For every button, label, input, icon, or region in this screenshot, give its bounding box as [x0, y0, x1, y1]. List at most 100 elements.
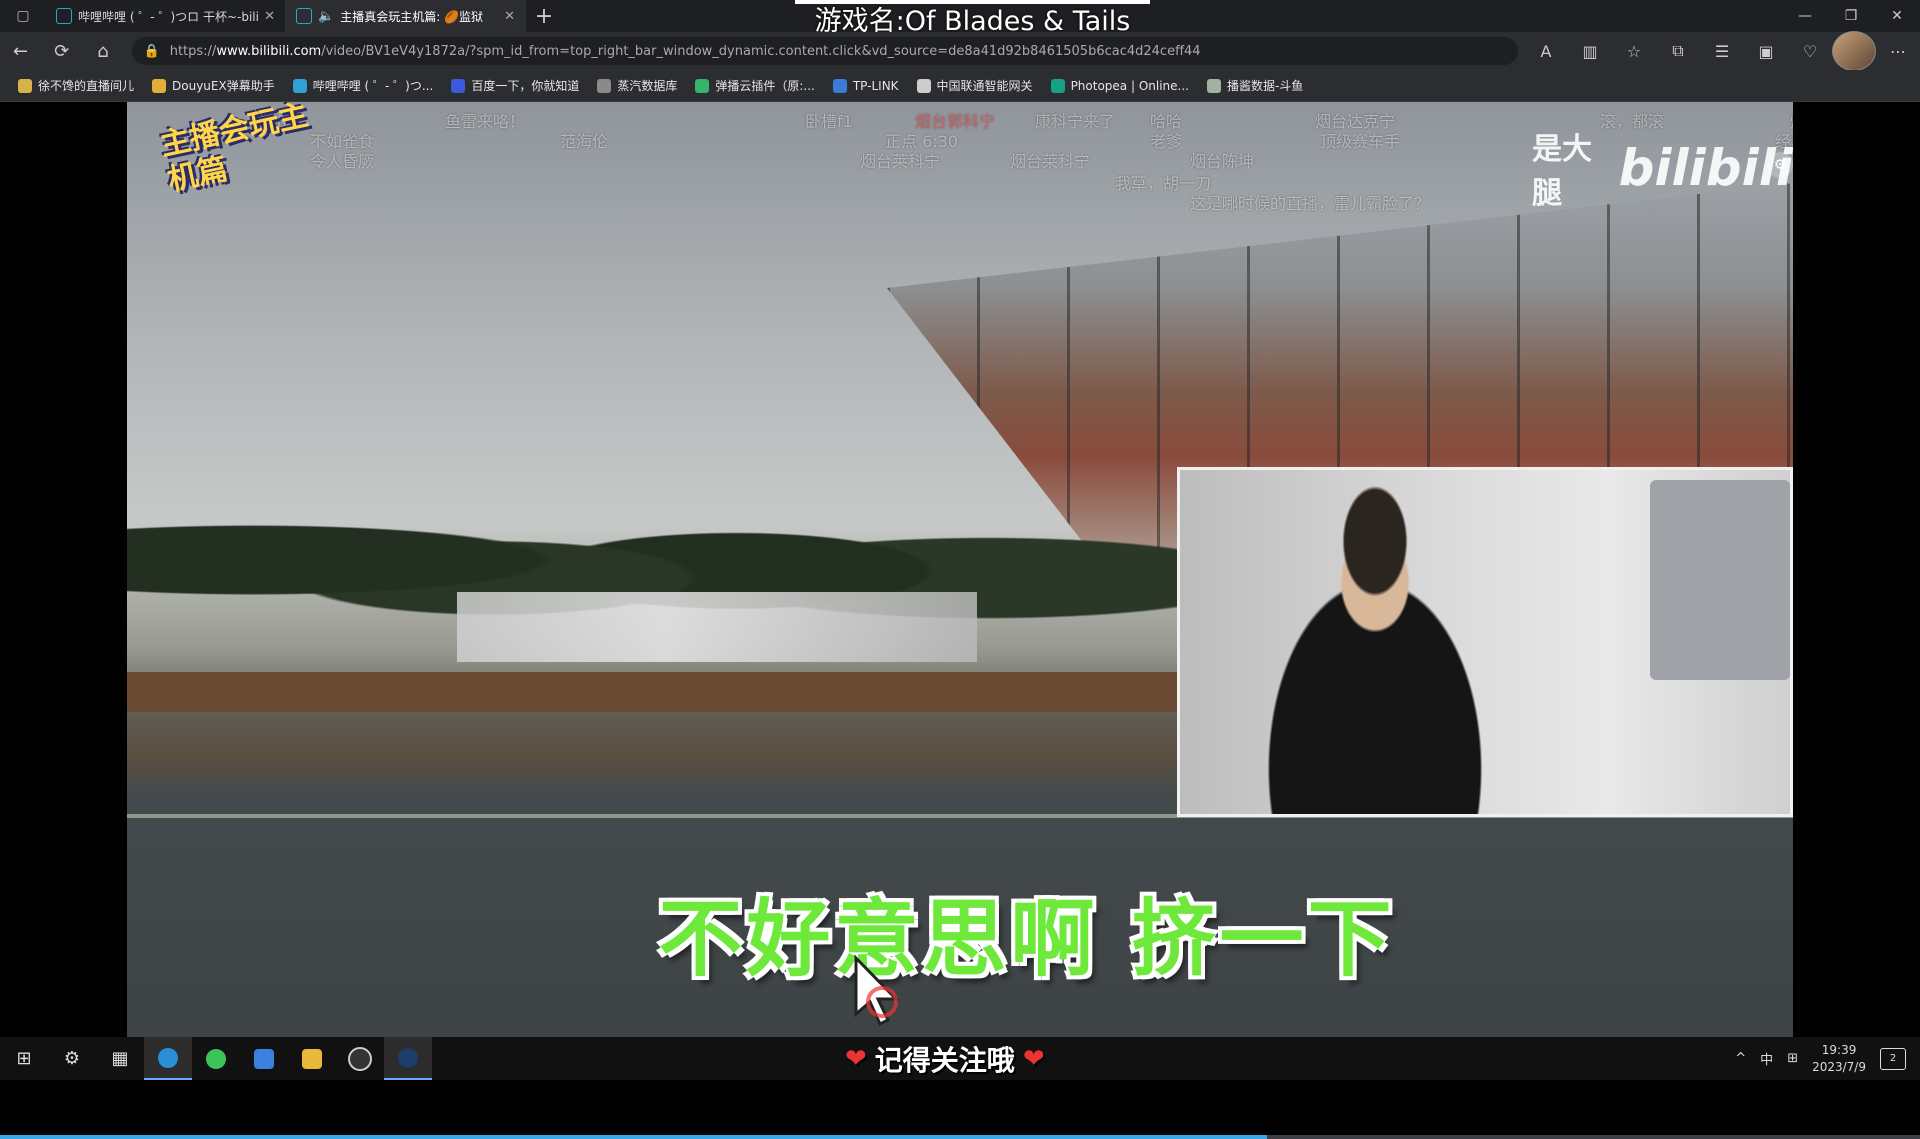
- system-tray: ^ 中 ⊞ 19:39 2023/7/9 2: [1735, 1037, 1920, 1080]
- close-window-icon[interactable]: ✕: [1874, 0, 1920, 32]
- follow-reminder: ❤ 记得关注哦 ❤: [845, 1037, 1045, 1080]
- split-screen-icon[interactable]: ▥: [1568, 32, 1612, 70]
- start-icon[interactable]: ⊞: [0, 1037, 48, 1080]
- bilibili-tab-icon: [56, 8, 72, 24]
- chevron-up-icon[interactable]: ^: [1735, 1051, 1746, 1066]
- close-tab-icon[interactable]: ✕: [264, 9, 275, 24]
- video-progress-bar[interactable]: [0, 1135, 1920, 1139]
- bookmark-icon: [1206, 78, 1221, 93]
- trailers-scene: [457, 592, 977, 662]
- show-logo: 主播会玩主机篇: [157, 102, 312, 199]
- subtitle-caption: 不好意思啊 挤一下: [658, 890, 1396, 988]
- bookmark-label: 徐不馋的直播间儿: [38, 79, 135, 93]
- danmaku-comment: 范海伦: [560, 132, 609, 151]
- tab-video[interactable]: 🔈 主播真会玩主机篇: 🏉监狱 ✕: [286, 0, 526, 32]
- bookmark-item[interactable]: 播酱数据-斗鱼: [1201, 77, 1309, 94]
- steam-icon[interactable]: [384, 1037, 432, 1080]
- green-app-icon[interactable]: [192, 1037, 240, 1080]
- bookmark-icon: [597, 78, 612, 93]
- bookmark-label: 中国联通智能网关: [936, 79, 1033, 93]
- keyboard-icon[interactable]: ⊞: [1787, 1051, 1798, 1066]
- favorites-icon[interactable]: ☰: [1700, 32, 1744, 70]
- edge-browser-icon[interactable]: [144, 1037, 192, 1080]
- tab-bilibili-home[interactable]: 哔哩哔哩 ( ゜- ゜)つロ 干杯~-bilibili ✕: [46, 0, 286, 32]
- bookmark-label: 弹播云插件（原:...: [715, 79, 815, 93]
- bookmark-icon: [695, 78, 710, 93]
- bookmark-item[interactable]: Photopea | Online...: [1045, 78, 1195, 93]
- bookmark-item[interactable]: 弹播云插件（原:...: [689, 77, 821, 94]
- bookmark-item[interactable]: 蒸汽数据库: [591, 77, 683, 94]
- danmaku-comment: 这是哪时候的直播，雷儿霸脸了？: [1190, 194, 1431, 213]
- profile-avatar[interactable]: [1832, 31, 1876, 71]
- tab-actions-icon[interactable]: ▢: [0, 0, 46, 32]
- read-aloud-icon[interactable]: A: [1524, 32, 1568, 70]
- performance-icon[interactable]: ♡: [1788, 32, 1832, 70]
- bookmark-label: 蒸汽数据库: [617, 79, 678, 93]
- bilibili-watermark: 是大腿 bilibili: [1532, 124, 1793, 212]
- webcam-overlay: [1177, 467, 1793, 817]
- danmaku-comment: 令人昏厥: [310, 152, 375, 171]
- bookmark-icon: [292, 78, 307, 93]
- lock-icon: 🔒: [143, 43, 160, 59]
- danmaku-comment: 烟台莱科宁: [1010, 152, 1091, 171]
- back-icon[interactable]: ←: [0, 32, 41, 70]
- home-icon[interactable]: ⌂: [82, 32, 123, 70]
- bookmarks-bar: 徐不馋的直播间儿 DouyuEX弹幕助手 哔哩哔哩 ( ゜- ゜)つ... 百度一下，…: [0, 70, 1920, 102]
- window-controls: — ❐ ✕: [1782, 0, 1920, 32]
- danmaku-comment: 顶级赛车手: [1320, 132, 1401, 151]
- follow-text: 记得关注哦: [874, 1043, 1015, 1077]
- heart-icon: ❤: [845, 1043, 867, 1074]
- new-tab-button[interactable]: +: [526, 0, 562, 32]
- refresh-icon[interactable]: ⟳: [41, 32, 82, 70]
- track-wall: [127, 672, 1227, 712]
- obs-icon[interactable]: [336, 1037, 384, 1080]
- restore-icon[interactable]: ❐: [1828, 0, 1874, 32]
- clock[interactable]: 19:39 2023/7/9: [1812, 1042, 1866, 1076]
- calculator-icon[interactable]: ▦: [96, 1037, 144, 1080]
- close-tab-icon[interactable]: ✕: [504, 9, 515, 24]
- clock-date: 2023/7/9: [1812, 1059, 1866, 1074]
- more-icon[interactable]: ⋯: [1876, 32, 1920, 70]
- danmaku-comment: 烟台陈坤: [1190, 152, 1255, 171]
- danmaku-comment: 鱼雷来咯！: [445, 112, 526, 131]
- address-bar: ← ⟳ ⌂ 🔒 https://www.bilibili.com/video/B…: [0, 31, 1920, 71]
- blue-app-icon[interactable]: [240, 1037, 288, 1080]
- tab-title: 哔哩哔哩 ( ゜- ゜)つロ 干杯~-bilibili: [78, 9, 259, 24]
- danmaku-comment: 康科宁来了: [1035, 112, 1116, 131]
- settings-icon[interactable]: ⚙: [1767, 152, 1793, 178]
- danmaku-comment: 老爹: [1150, 132, 1183, 151]
- file-explorer-icon[interactable]: [288, 1037, 336, 1080]
- bookmark-label: 哔哩哔哩 ( ゜- ゜)つ...: [312, 79, 434, 93]
- ime-indicator[interactable]: 中: [1760, 1049, 1773, 1068]
- danmaku-comment: 烟台莱科宁: [860, 152, 941, 171]
- bookmark-item[interactable]: TP-LINK: [827, 78, 905, 93]
- bilibili-tab-icon: [296, 8, 312, 24]
- bookmark-item[interactable]: 徐不馋的直播间儿: [12, 77, 140, 94]
- speaker-icon[interactable]: 🔈: [318, 9, 334, 24]
- bookmark-item[interactable]: DouyuEX弹幕助手: [146, 77, 281, 94]
- collections-icon[interactable]: ▣: [1744, 32, 1788, 70]
- bookmark-icon: [451, 78, 466, 93]
- monitor-scene: [1650, 480, 1790, 680]
- notification-count: 2: [1889, 1053, 1897, 1064]
- bookmark-label: 播酱数据-斗鱼: [1226, 79, 1304, 93]
- add-favorite-icon[interactable]: ☆: [1612, 32, 1656, 70]
- bookmark-icon: [832, 78, 847, 93]
- bookmark-label: DouyuEX弹幕助手: [172, 79, 275, 93]
- bookmark-label: TP-LINK: [852, 78, 899, 93]
- bookmark-icon: [1050, 78, 1065, 93]
- tab-title: 主播真会玩主机篇: 🏉监狱: [340, 9, 483, 24]
- minimize-icon[interactable]: —: [1782, 0, 1828, 32]
- url-input[interactable]: 🔒 https://www.bilibili.com/video/BV1eV4y…: [131, 37, 1518, 65]
- video-stage: 如了鱼雷来咯！卧槽f1烟台郭科宁康科宁来了哈哈烟台达克宁滚，都滚烟台科维亚特不如…: [0, 102, 1920, 1139]
- bookmark-label: 百度一下，你就知道: [471, 79, 580, 93]
- bookmark-item[interactable]: 中国联通智能网关: [911, 77, 1039, 94]
- bookmark-icon: [18, 78, 32, 93]
- extensions-icon[interactable]: ⧉: [1656, 32, 1700, 70]
- video-player[interactable]: 如了鱼雷来咯！卧槽f1烟台郭科宁康科宁来了哈哈烟台达克宁滚，都滚烟台科维亚特不如…: [127, 102, 1793, 1037]
- notification-icon[interactable]: 2: [1880, 1047, 1906, 1070]
- bookmark-item[interactable]: 百度一下，你就知道: [445, 77, 585, 94]
- settings-app-icon[interactable]: ⚙: [48, 1037, 96, 1080]
- bookmark-item[interactable]: 哔哩哔哩 ( ゜- ゜)つ...: [287, 77, 440, 94]
- clock-time: 19:39: [1821, 1042, 1857, 1057]
